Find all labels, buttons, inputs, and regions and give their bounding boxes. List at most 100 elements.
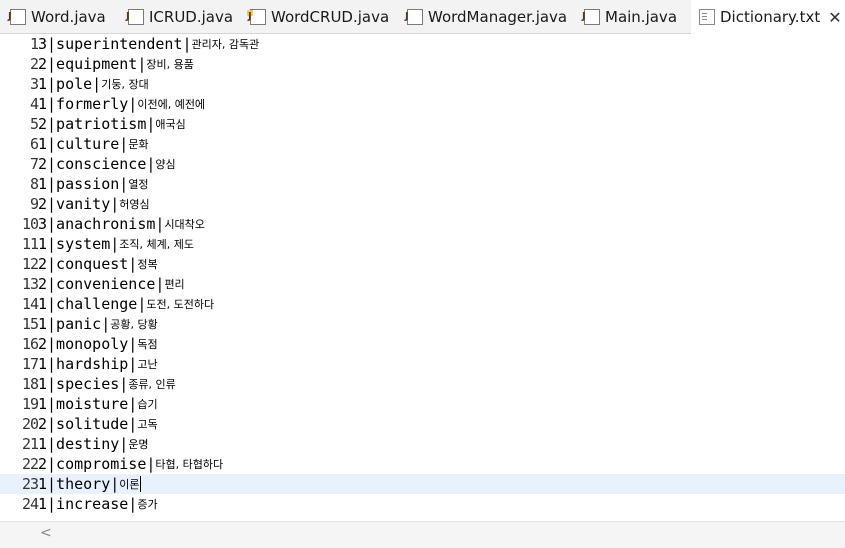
scroll-left-arrow-icon[interactable]: < (40, 525, 52, 541)
line-text: 1|panic| (38, 315, 111, 333)
text-line[interactable]: 10 3|anachronism| 시대착오 (0, 214, 845, 234)
text-line[interactable]: 9 2|vanity| 허영심 (0, 194, 845, 214)
line-text: 1|formerly| (38, 95, 138, 113)
text-line[interactable]: 20 2|solitude| 고독 (0, 414, 845, 434)
text-line[interactable]: 3 1|pole| 기둥, 장대 (0, 74, 845, 94)
tab-label: ICRUD.java (149, 7, 234, 26)
tab-label: Word.java (31, 7, 106, 26)
text-line[interactable]: 1 3|superintendent| 관리자, 감독관 (0, 34, 845, 54)
line-meaning: 관리자, 감독관 (191, 38, 260, 51)
tab-dictionary-txt[interactable]: Dictionary.txt ✕ (691, 0, 845, 34)
text-caret (139, 476, 141, 492)
line-meaning: 애국심 (155, 118, 186, 131)
line-text: 3|superintendent| (38, 35, 192, 53)
line-number: 8 (29, 175, 39, 193)
text-line[interactable]: 21 1|destiny| 운명 (0, 434, 845, 454)
text-line[interactable]: 2 2|equipment| 장비, 용품 (0, 54, 845, 74)
line-text: 1|culture| (38, 135, 129, 153)
line-number: 12 (21, 255, 39, 273)
text-line[interactable]: 16 2|monopoly| 독점 (0, 334, 845, 354)
line-number: 3 (29, 75, 39, 93)
text-line[interactable]: 24 1|increase| 증가 (0, 494, 845, 514)
java-file-icon (405, 8, 423, 25)
text-line[interactable]: 6 1|culture| 문화 (0, 134, 845, 154)
line-meaning: 문화 (128, 138, 149, 151)
text-line[interactable]: 12 2|conquest| 정복 (0, 254, 845, 274)
text-line[interactable]: 14 1|challenge| 도전, 도전하다 (0, 294, 845, 314)
line-number: 11 (21, 235, 39, 253)
tab-main-java[interactable]: Main.java (582, 0, 678, 33)
line-number: 2 (29, 55, 39, 73)
text-line[interactable]: 7 2|conscience| 양심 (0, 154, 845, 174)
line-meaning: 양심 (155, 158, 176, 171)
line-text: 2|monopoly| (38, 335, 138, 353)
line-text: 2|compromise| (38, 455, 156, 473)
tab-icrud-java[interactable]: ICRUD.java (126, 0, 234, 33)
line-number: 4 (29, 95, 39, 113)
line-text: 1|system| (38, 235, 120, 253)
line-text: 2|patriotism| (38, 115, 156, 133)
line-meaning: 기둥, 장대 (101, 78, 149, 91)
line-number: 10 (21, 215, 39, 233)
line-meaning: 증가 (137, 498, 158, 511)
text-line[interactable]: 5 2|patriotism| 애국심 (0, 114, 845, 134)
text-line[interactable]: 22 2|compromise| 타협, 타협하다 (0, 454, 845, 474)
text-line[interactable]: 8 1|passion| 열정 (0, 174, 845, 194)
tab-label: WordManager.java (428, 7, 568, 26)
line-meaning: 편리 (164, 278, 185, 291)
line-text: 1|pole| (38, 75, 102, 93)
tab-wordcrud-java[interactable]: WordCRUD.java (247, 0, 390, 33)
line-number: 6 (29, 135, 39, 153)
line-text: 2|conquest| (38, 255, 138, 273)
close-icon[interactable]: ✕ (828, 8, 841, 27)
line-number: 18 (21, 375, 39, 393)
line-text: 2|convenience| (38, 275, 165, 293)
line-number: 9 (29, 195, 39, 213)
line-meaning: 열정 (128, 178, 149, 191)
line-meaning: 타협, 타협하다 (155, 458, 224, 471)
line-text: 1|increase| (38, 495, 138, 513)
line-number: 17 (21, 355, 39, 373)
line-meaning: 정복 (137, 258, 158, 271)
line-meaning: 습기 (137, 398, 158, 411)
text-file-icon (699, 9, 715, 25)
line-meaning: 시대착오 (164, 218, 205, 231)
line-number: 21 (21, 435, 39, 453)
java-file-icon (247, 8, 266, 25)
line-text: 1|moisture| (38, 395, 138, 413)
text-line[interactable]: 13 2|convenience| 편리 (0, 274, 845, 294)
line-number: 7 (29, 155, 39, 173)
editor-tab-bar: Word.java ICRUD.java WordCRUD.java WordM… (0, 0, 845, 34)
line-text: 1|passion| (38, 175, 129, 193)
line-number: 22 (21, 455, 39, 473)
line-number: 14 (21, 295, 39, 313)
line-meaning: 조직, 체계, 제도 (119, 238, 194, 251)
line-text: 1|challenge| (38, 295, 147, 313)
text-line[interactable]: 4 1|formerly| 이전에, 예전에 (0, 94, 845, 114)
text-line[interactable]: 15 1|panic| 공황, 당황 (0, 314, 845, 334)
line-meaning: 이전에, 예전에 (137, 98, 206, 111)
text-editor[interactable]: 1 3|superintendent| 관리자, 감독관 2 2|equipment| 장… (0, 34, 845, 521)
line-meaning: 공황, 당황 (110, 318, 158, 331)
text-line[interactable]: 19 1|moisture| 습기 (0, 394, 845, 414)
line-text: 1|theory| (38, 475, 120, 493)
line-number: 5 (29, 115, 39, 133)
java-file-icon (8, 8, 26, 25)
line-meaning: 종류, 인류 (128, 378, 176, 391)
line-text: 2|equipment| (38, 55, 147, 73)
tab-wordmanager-java[interactable]: WordManager.java (405, 0, 568, 33)
tab-label: Main.java (605, 7, 678, 26)
java-interface-icon (126, 8, 144, 25)
line-number: 24 (21, 495, 39, 513)
text-line[interactable]: 18 1|species| 종류, 인류 (0, 374, 845, 394)
tab-label: WordCRUD.java (271, 7, 390, 26)
text-line[interactable]: 17 1|hardship| 고난 (0, 354, 845, 374)
text-line[interactable]: 23 1|theory| 이론 (0, 474, 845, 494)
line-meaning: 운명 (128, 438, 149, 451)
line-text: 1|destiny| (38, 435, 129, 453)
line-text: 1|species| (38, 375, 129, 393)
tab-word-java[interactable]: Word.java (8, 0, 106, 33)
text-line[interactable]: 11 1|system| 조직, 체계, 제도 (0, 234, 845, 254)
horizontal-scrollbar[interactable]: < (0, 521, 845, 548)
line-number: 13 (21, 275, 39, 293)
